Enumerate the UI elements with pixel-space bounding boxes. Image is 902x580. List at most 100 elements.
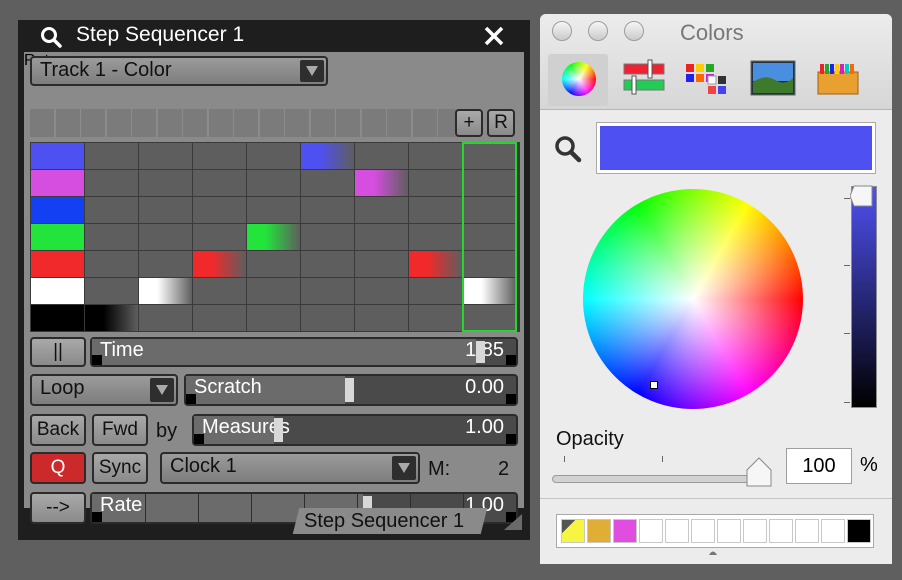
quantize-button[interactable]: Q (30, 452, 86, 484)
color-swatch[interactable] (821, 519, 845, 543)
grid-cell[interactable] (31, 170, 84, 196)
grid-cell[interactable] (409, 197, 462, 223)
sequencer-title-bar[interactable]: Step Sequencer 1 (18, 20, 530, 52)
color-swatch[interactable] (743, 519, 767, 543)
sequencer-grid[interactable] (30, 142, 520, 332)
close-window-button[interactable] (552, 21, 572, 41)
opacity-input[interactable]: 100 (786, 448, 852, 484)
grid-cell[interactable] (409, 143, 462, 169)
grid-cell[interactable] (31, 251, 84, 277)
opacity-slider[interactable] (552, 475, 762, 483)
grid-cell[interactable] (247, 197, 300, 223)
color-swatch[interactable] (587, 519, 611, 543)
search-icon[interactable] (40, 26, 62, 48)
magnifier-icon[interactable] (554, 135, 582, 163)
grid-cell[interactable] (193, 170, 246, 196)
grid-cell[interactable] (355, 305, 408, 331)
grid-cell[interactable] (193, 251, 246, 277)
grid-cell[interactable] (301, 251, 354, 277)
grid-cell[interactable] (139, 251, 192, 277)
grid-cell[interactable] (31, 224, 84, 250)
image-palettes-tab[interactable] (744, 54, 804, 106)
color-swatch[interactable] (717, 519, 741, 543)
grid-cell[interactable] (301, 224, 354, 250)
resize-grip-icon[interactable] (504, 514, 522, 530)
track-dropdown[interactable]: Track 1 - Color (30, 56, 328, 86)
selected-color-swatch[interactable] (596, 122, 876, 174)
color-swatch[interactable] (561, 519, 585, 543)
brightness-handle[interactable] (850, 184, 876, 208)
grid-cell[interactable] (247, 305, 300, 331)
grid-cell[interactable] (247, 251, 300, 277)
color-swatch[interactable] (665, 519, 689, 543)
opacity-slider-handle[interactable] (746, 457, 772, 487)
color-swatch[interactable] (613, 519, 637, 543)
grid-cell[interactable] (193, 143, 246, 169)
color-wheel-tab[interactable] (548, 54, 608, 106)
crayons-tab[interactable] (808, 54, 868, 106)
color-swatch[interactable] (639, 519, 663, 543)
grid-cell[interactable] (409, 251, 462, 277)
grid-cell[interactable] (409, 170, 462, 196)
time-slider-handle[interactable] (476, 341, 485, 363)
add-track-button[interactable]: + (455, 109, 483, 137)
reset-button[interactable]: R (487, 109, 515, 137)
grid-cell[interactable] (139, 305, 192, 331)
minimize-window-button[interactable] (588, 21, 608, 41)
measures-slider[interactable]: Measures 1.00 (192, 414, 518, 446)
grid-cell[interactable] (139, 278, 192, 304)
grid-cell[interactable] (301, 197, 354, 223)
grid-cell[interactable] (409, 278, 462, 304)
color-sliders-tab[interactable] (616, 54, 676, 106)
grid-cell[interactable] (193, 278, 246, 304)
grid-cell[interactable] (85, 305, 138, 331)
color-swatch[interactable] (769, 519, 793, 543)
color-swatch[interactable] (795, 519, 819, 543)
color-wheel[interactable] (583, 189, 803, 409)
back-button[interactable]: Back (30, 414, 86, 446)
grid-cell[interactable] (355, 143, 408, 169)
grid-cell[interactable] (355, 170, 408, 196)
grid-cell[interactable] (31, 278, 84, 304)
grid-cell[interactable] (85, 224, 138, 250)
grid-cell[interactable] (85, 197, 138, 223)
color-palettes-tab[interactable] (680, 54, 740, 106)
grid-cell[interactable] (247, 224, 300, 250)
grid-cell[interactable] (85, 278, 138, 304)
grid-cell[interactable] (355, 278, 408, 304)
grid-cell[interactable] (355, 251, 408, 277)
grid-cell[interactable] (85, 170, 138, 196)
grid-cell[interactable] (193, 224, 246, 250)
grid-cell[interactable] (409, 224, 462, 250)
sync-button[interactable]: Sync (92, 452, 148, 484)
grid-cell[interactable] (31, 305, 84, 331)
grid-cell[interactable] (301, 170, 354, 196)
grid-cell[interactable] (139, 143, 192, 169)
pause-button[interactable]: || (30, 337, 86, 367)
grid-cell[interactable] (139, 224, 192, 250)
brightness-slider[interactable] (851, 186, 877, 408)
zoom-window-button[interactable] (624, 21, 644, 41)
swatch-palette[interactable] (556, 514, 874, 548)
grid-cell[interactable] (301, 305, 354, 331)
grid-cell[interactable] (301, 143, 354, 169)
grid-cell[interactable] (301, 278, 354, 304)
grid-cell[interactable] (355, 224, 408, 250)
grid-cell[interactable] (355, 197, 408, 223)
scratch-slider-handle[interactable] (345, 378, 354, 402)
time-slider[interactable]: Time 1.85 (90, 337, 518, 367)
color-swatch[interactable] (691, 519, 715, 543)
grid-cell[interactable] (139, 170, 192, 196)
grid-cell[interactable] (85, 143, 138, 169)
grid-cell[interactable] (31, 143, 84, 169)
grid-cell[interactable] (247, 278, 300, 304)
clock-dropdown[interactable]: Clock 1 (160, 452, 420, 484)
grid-cell[interactable] (31, 197, 84, 223)
close-icon[interactable] (482, 24, 506, 48)
grid-cell[interactable] (247, 143, 300, 169)
measures-slider-handle[interactable] (274, 418, 283, 442)
color-wheel-cursor[interactable] (650, 381, 658, 389)
loop-dropdown[interactable]: Loop (30, 374, 178, 406)
forward-button[interactable]: Fwd (92, 414, 148, 446)
color-swatch[interactable] (847, 519, 871, 543)
